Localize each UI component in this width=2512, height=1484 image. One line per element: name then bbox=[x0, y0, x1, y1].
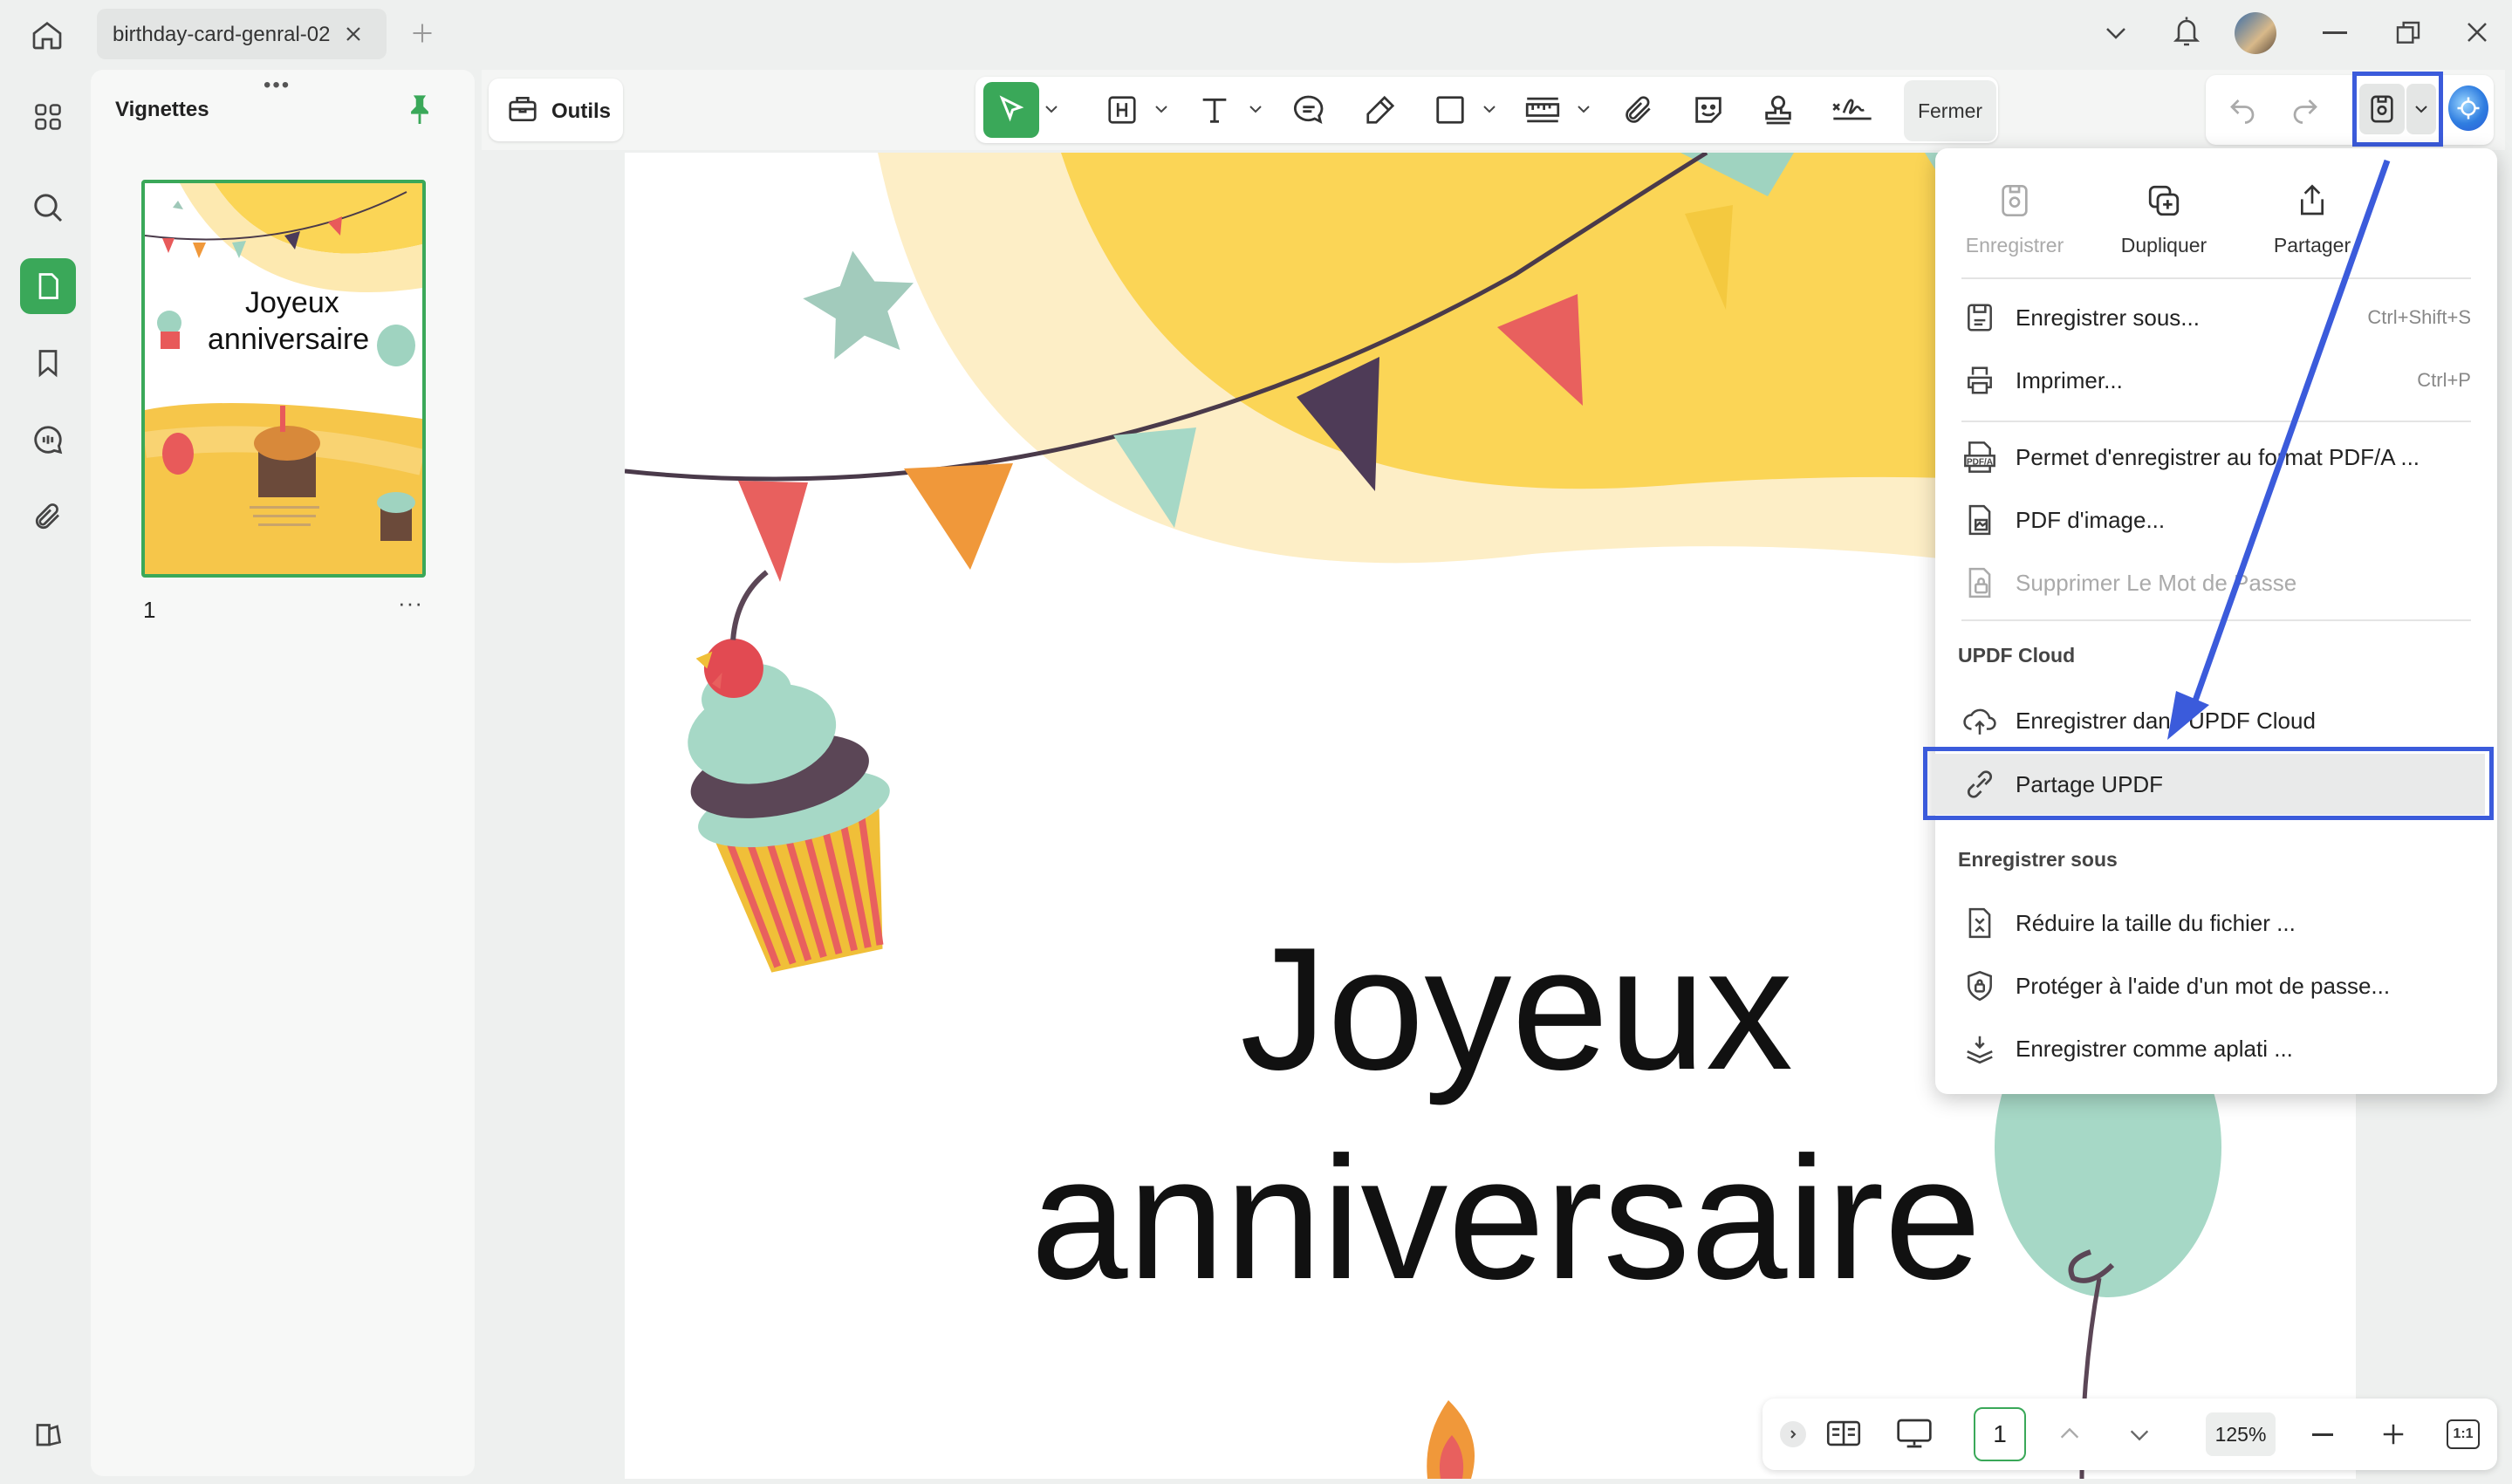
minimize-icon[interactable] bbox=[2323, 31, 2347, 34]
menu-save-flattened[interactable]: Enregistrer comme aplati ... bbox=[1961, 1022, 2476, 1075]
undo-icon[interactable] bbox=[2227, 92, 2258, 124]
page-thumbnail[interactable]: Joyeux anniversaire bbox=[141, 180, 426, 578]
pdfa-icon: PDF/A bbox=[1961, 439, 1998, 475]
menu-updf-share[interactable]: Partage UPDF bbox=[1932, 754, 2485, 815]
menu-print-shortcut: Ctrl+P bbox=[2417, 369, 2471, 391]
highlight-tool-icon[interactable] bbox=[1103, 91, 1141, 129]
close-edit-button[interactable]: Fermer bbox=[1904, 80, 1996, 141]
title-bar: birthday-card-genral-02 bbox=[0, 0, 2512, 68]
stamp-tool-icon[interactable] bbox=[1759, 91, 1797, 129]
close-window-icon[interactable] bbox=[2464, 19, 2490, 45]
svg-text:PDF/A: PDF/A bbox=[1967, 457, 1993, 467]
thumbnail-title-1: Joyeux bbox=[245, 286, 339, 319]
shape-tool-icon[interactable] bbox=[1431, 91, 1469, 129]
highlight-dropdown-icon[interactable] bbox=[1153, 103, 1169, 115]
select-dropdown-icon[interactable] bbox=[1044, 103, 1059, 115]
pen-tool-icon[interactable] bbox=[1361, 91, 1400, 129]
layers-icon[interactable] bbox=[20, 1406, 76, 1462]
zoom-level[interactable]: 125% bbox=[2206, 1412, 2276, 1456]
measure-dropdown-icon[interactable] bbox=[1576, 103, 1591, 115]
panel-title: Vignettes bbox=[115, 98, 209, 121]
new-tab-icon[interactable] bbox=[410, 21, 435, 45]
page-options-icon[interactable]: ··· bbox=[398, 590, 423, 617]
signature-tool-icon[interactable] bbox=[1829, 91, 1876, 129]
menu-image-pdf-label: PDF d'image... bbox=[2016, 506, 2166, 533]
sticker-tool-icon[interactable] bbox=[1689, 91, 1728, 129]
shape-dropdown-icon[interactable] bbox=[1482, 103, 1497, 115]
cloud-upload-icon bbox=[1961, 702, 1998, 739]
attachment-icon[interactable] bbox=[20, 489, 76, 544]
ai-assistant-icon[interactable] bbox=[2448, 85, 2488, 131]
menu-updf-share-label: Partage UPDF bbox=[2016, 770, 2164, 797]
menu-protect-password[interactable]: Protéger à l'aide d'un mot de passe... bbox=[1961, 960, 2476, 1012]
attach-tool-icon[interactable] bbox=[1619, 91, 1658, 129]
flatten-icon bbox=[1961, 1030, 1998, 1067]
expand-icon[interactable] bbox=[1780, 1421, 1806, 1447]
link-icon bbox=[1961, 766, 1998, 803]
text-tool-icon[interactable] bbox=[1195, 91, 1234, 129]
page-number-input[interactable]: 1 bbox=[1974, 1407, 2026, 1461]
menu-protect-password-label: Protéger à l'aide d'un mot de passe... bbox=[2016, 972, 2391, 999]
avatar[interactable] bbox=[2235, 12, 2276, 54]
select-tool-icon[interactable] bbox=[983, 82, 1039, 138]
search-icon[interactable] bbox=[20, 180, 76, 236]
image-pdf-icon bbox=[1961, 502, 1998, 538]
bookmark-icon[interactable] bbox=[20, 335, 76, 391]
document-tab[interactable]: birthday-card-genral-02 bbox=[97, 9, 387, 59]
menu-save-button[interactable]: Enregistrer bbox=[1954, 178, 2076, 257]
card-title-line2: anniversaire bbox=[1030, 1121, 1981, 1316]
next-page-icon[interactable] bbox=[2127, 1426, 2152, 1444]
measure-tool-icon[interactable] bbox=[1523, 91, 1562, 129]
thumbnail-panel: Vignettes ••• Joyeux anniversaire 1 ··· bbox=[91, 70, 475, 1476]
menu-reduce-size-label: Réduire la taille du fichier ... bbox=[2016, 909, 2296, 936]
presentation-icon[interactable] bbox=[1895, 1416, 1934, 1451]
shield-lock-icon bbox=[1961, 968, 1998, 1004]
page-layout-icon[interactable] bbox=[1825, 1416, 1862, 1451]
save-icon bbox=[1992, 178, 2037, 223]
text-dropdown-icon[interactable] bbox=[1248, 103, 1263, 115]
annotation-arrow bbox=[2167, 159, 2391, 740]
previous-page-icon[interactable] bbox=[2057, 1425, 2082, 1442]
menu-save-label: Enregistrer bbox=[1965, 234, 2064, 256]
home-icon[interactable] bbox=[30, 17, 65, 52]
cloud-section-title: UPDF Cloud bbox=[1958, 644, 2076, 667]
redo-icon[interactable] bbox=[2290, 92, 2321, 124]
apps-grid-icon[interactable] bbox=[20, 89, 76, 145]
page-number-label: 1 bbox=[143, 597, 156, 623]
pin-icon[interactable] bbox=[405, 92, 435, 126]
comment-tool-icon[interactable] bbox=[1290, 91, 1328, 129]
card-title-line1: Joyeux bbox=[1240, 912, 1793, 1106]
zoom-out-icon[interactable] bbox=[2312, 1433, 2333, 1436]
thumbnail-title-2: anniversaire bbox=[208, 323, 369, 356]
tools-label: Outils bbox=[551, 99, 612, 123]
comments-icon[interactable] bbox=[20, 412, 76, 468]
save-icon[interactable] bbox=[2359, 84, 2405, 134]
menu-reduce-size[interactable]: Réduire la taille du fichier ... bbox=[1961, 897, 2476, 949]
compress-icon bbox=[1961, 905, 1998, 941]
tools-button[interactable]: Outils bbox=[489, 79, 623, 141]
close-tab-icon[interactable] bbox=[343, 24, 364, 44]
thumbnail-illustration: Joyeux anniversaire bbox=[145, 183, 422, 574]
printer-icon bbox=[1961, 362, 1998, 399]
bell-icon[interactable] bbox=[2171, 14, 2202, 49]
left-rail bbox=[7, 70, 91, 1476]
save-as-icon bbox=[1961, 299, 1998, 336]
remove-password-icon bbox=[1961, 564, 1998, 601]
toolbox-icon bbox=[506, 92, 539, 126]
zoom-in-icon[interactable] bbox=[2380, 1421, 2406, 1447]
chevron-down-icon[interactable] bbox=[2103, 23, 2129, 44]
tab-title: birthday-card-genral-02 bbox=[113, 23, 331, 46]
actual-size-icon[interactable]: 1:1 bbox=[2447, 1419, 2480, 1449]
drag-handle[interactable]: ••• bbox=[264, 73, 291, 98]
menu-save-flattened-label: Enregistrer comme aplati ... bbox=[2016, 1035, 2293, 1062]
save-section-title: Enregistrer sous bbox=[1958, 848, 2118, 871]
menu-print-label: Imprimer... bbox=[2016, 366, 2123, 393]
save-dropdown-icon[interactable] bbox=[2406, 84, 2436, 134]
restore-icon[interactable] bbox=[2394, 19, 2422, 47]
thumbnails-icon[interactable] bbox=[20, 258, 76, 314]
bottom-bar: 1 125% 1:1 bbox=[1763, 1399, 2497, 1470]
